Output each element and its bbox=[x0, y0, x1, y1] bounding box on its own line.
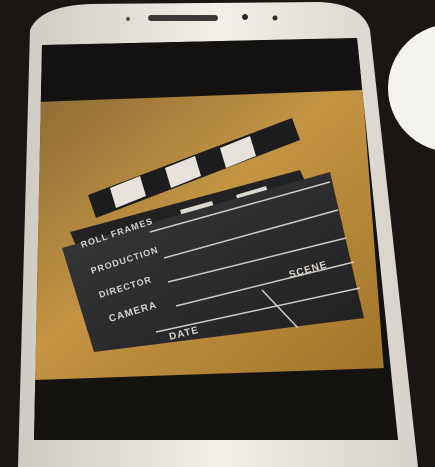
front-camera-icon bbox=[242, 14, 248, 20]
sensor-icon bbox=[272, 15, 278, 21]
photo-scene: ROLL FRAMES PRODUCTION DIRECTOR CAMERA S… bbox=[18, 2, 435, 467]
background-shape bbox=[388, 26, 435, 150]
sensor-icon bbox=[126, 17, 130, 21]
speaker-grille bbox=[148, 15, 218, 21]
phone-screen: ROLL FRAMES PRODUCTION DIRECTOR CAMERA S… bbox=[34, 38, 398, 440]
